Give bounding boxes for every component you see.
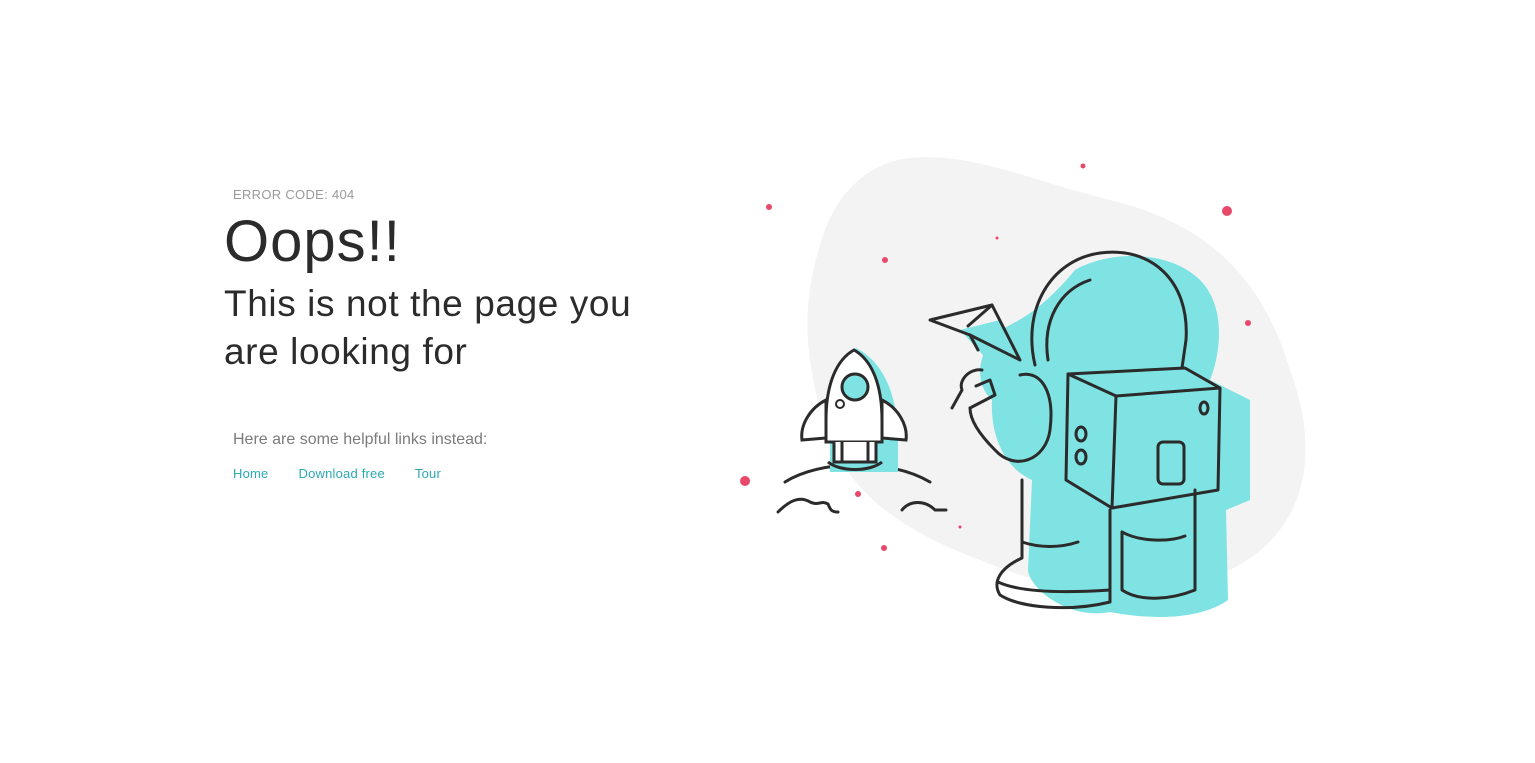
error-code-label: ERROR CODE: 404 — [233, 187, 355, 202]
star-dot — [995, 236, 999, 240]
star-dot — [958, 525, 962, 529]
error-text-column: ERROR CODE: 404 Oops!! This is not the p… — [224, 186, 684, 481]
error-page: ERROR CODE: 404 Oops!! This is not the p… — [0, 0, 1535, 763]
star-dot — [1222, 206, 1232, 216]
star-dot — [881, 545, 887, 551]
helpful-links: Home Download free Tour — [233, 466, 684, 481]
download-free-link[interactable]: Download free — [298, 466, 384, 481]
star-dot — [882, 257, 888, 263]
star-dot — [855, 491, 861, 497]
star-dot — [1080, 163, 1086, 169]
star-dot — [1245, 320, 1251, 326]
star-dot — [740, 476, 750, 486]
helpful-links-intro: Here are some helpful links instead: — [233, 431, 488, 448]
astronaut-illustration — [740, 157, 1306, 617]
star-dot — [766, 204, 772, 210]
home-link[interactable]: Home — [233, 466, 268, 481]
tour-link[interactable]: Tour — [415, 466, 441, 481]
page-title: Oops!! — [224, 209, 401, 274]
page-subtitle: This is not the page you are looking for — [224, 283, 632, 372]
